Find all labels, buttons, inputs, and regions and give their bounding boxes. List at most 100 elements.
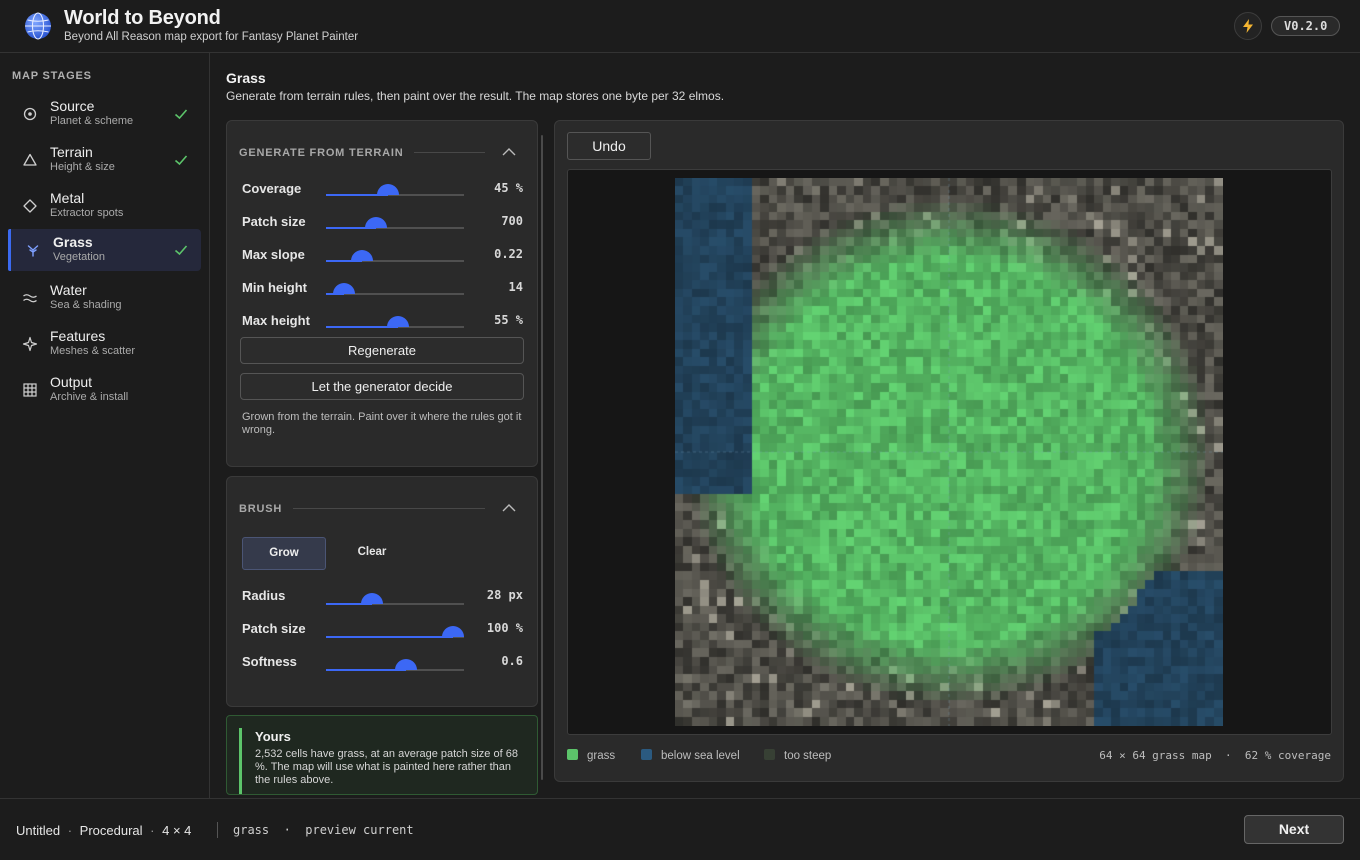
legend-label: too steep bbox=[784, 750, 832, 762]
checkmark-icon bbox=[174, 245, 188, 256]
chevron-up-icon[interactable] bbox=[501, 503, 517, 513]
sidebar-item-output[interactable]: Output Archive & install bbox=[8, 369, 201, 411]
project-info: Untitled · Procedural · 4 × 4 bbox=[16, 823, 192, 838]
auto-generate-button[interactable]: Let the generator decide bbox=[240, 373, 524, 400]
sprout-icon bbox=[27, 245, 39, 257]
grass-map-canvas[interactable] bbox=[675, 178, 1223, 726]
radius-slider[interactable] bbox=[326, 593, 464, 607]
app-title: World to Beyond bbox=[64, 7, 221, 29]
panel-heading: BRUSH bbox=[239, 503, 283, 515]
sidebar-item-features[interactable]: Features Meshes & scatter bbox=[8, 323, 201, 365]
target-icon bbox=[23, 107, 37, 121]
sidebar-item-terrain[interactable]: Terrain Height & size bbox=[8, 139, 201, 181]
sidebar-item-metal[interactable]: Metal Extractor spots bbox=[8, 185, 201, 227]
grow-mode-button[interactable]: Grow bbox=[242, 537, 326, 570]
sidebar-item-desc: Sea & shading bbox=[50, 299, 122, 311]
softness-slider[interactable] bbox=[326, 659, 464, 673]
legend-item: too steep bbox=[764, 749, 831, 763]
slider-value: 14 bbox=[508, 280, 523, 294]
globe-icon bbox=[25, 12, 51, 40]
sidebar-item-label: Water bbox=[50, 282, 87, 298]
waves-icon bbox=[23, 294, 37, 303]
slider-label: Radius bbox=[242, 588, 286, 603]
slider-thumb bbox=[386, 316, 409, 327]
triangle-icon bbox=[23, 153, 37, 166]
patch-size-slider[interactable] bbox=[326, 217, 464, 231]
legend-item: below sea level bbox=[641, 749, 740, 763]
sidebar-heading: MAP STAGES bbox=[12, 70, 92, 82]
divider bbox=[414, 152, 485, 153]
custom-paint-callout: Yours 2,532 cells have grass, at an aver… bbox=[226, 715, 538, 795]
sidebar-item-grass[interactable]: Grass Vegetation bbox=[8, 229, 201, 271]
sidebar-item-desc: Vegetation bbox=[53, 251, 105, 263]
callout-title: Yours bbox=[255, 729, 291, 744]
active-indicator bbox=[8, 229, 11, 271]
sidebar-item-desc: Planet & scheme bbox=[50, 115, 134, 127]
grid-icon bbox=[23, 383, 37, 397]
checkmark-icon bbox=[174, 109, 188, 120]
slider-label: Min height bbox=[242, 280, 307, 295]
slider-value: 28 px bbox=[486, 588, 523, 602]
max-height-slider[interactable] bbox=[326, 316, 464, 330]
brush-patch-size-slider[interactable] bbox=[326, 626, 464, 640]
callout-accent bbox=[239, 728, 242, 794]
quick-action-button[interactable] bbox=[1234, 12, 1262, 40]
sidebar-item-source[interactable]: Source Planet & scheme bbox=[8, 93, 201, 135]
sparkle-icon bbox=[22, 336, 38, 352]
slider-thumb bbox=[364, 217, 387, 228]
legend-swatch bbox=[641, 749, 652, 760]
sidebar-item-desc: Extractor spots bbox=[50, 207, 124, 219]
slider-thumb bbox=[377, 184, 400, 195]
slider-label: Patch size bbox=[242, 214, 306, 229]
checkmark-icon bbox=[174, 155, 188, 166]
slider-thumb bbox=[350, 250, 373, 261]
sidebar-item-desc: Meshes & scatter bbox=[50, 345, 135, 357]
slider-value: 700 bbox=[501, 214, 523, 228]
footer-divider bbox=[217, 822, 218, 838]
sidebar-item-label: Output bbox=[50, 374, 93, 390]
sidebar-item-label: Source bbox=[50, 98, 95, 114]
slider-value: 0.6 bbox=[501, 654, 523, 668]
undo-button[interactable]: Undo bbox=[567, 132, 651, 160]
generate-panel: GENERATE FROM TERRAIN Coverage 45 % Patc… bbox=[226, 120, 538, 467]
regenerate-button[interactable]: Regenerate bbox=[240, 337, 524, 364]
app-header: World to Beyond Beyond All Reason map ex… bbox=[0, 0, 1360, 53]
sidebar-item-water[interactable]: Water Sea & shading bbox=[8, 277, 201, 319]
slider-label: Max height bbox=[242, 313, 310, 328]
map-canvas-frame bbox=[567, 169, 1332, 735]
slider-value: 45 % bbox=[494, 181, 523, 195]
legend-label: grass bbox=[587, 750, 616, 762]
sidebar-item-desc: Archive & install bbox=[50, 391, 129, 403]
clear-mode-button[interactable]: Clear bbox=[330, 537, 414, 570]
slider-thumb bbox=[395, 659, 418, 670]
legend-item: grass bbox=[567, 749, 615, 763]
generate-note: Grown from the terrain. Paint over it wh… bbox=[242, 411, 522, 436]
legend-label: below sea level bbox=[661, 750, 740, 762]
preview-panel: Undo grass below sea level too steep 64 … bbox=[554, 120, 1344, 782]
sidebar: MAP STAGES Source Planet & scheme Terrai… bbox=[0, 53, 210, 798]
sidebar-item-desc: Height & size bbox=[50, 161, 115, 173]
sidebar-item-label: Terrain bbox=[50, 144, 93, 160]
sidebar-item-label: Features bbox=[50, 328, 106, 344]
project-source: Procedural bbox=[79, 823, 143, 838]
slider-value: 0.22 bbox=[494, 247, 523, 261]
max-slope-slider[interactable] bbox=[326, 250, 464, 264]
min-height-slider[interactable] bbox=[326, 283, 464, 297]
slider-label: Patch size bbox=[242, 621, 306, 636]
map-stats: 64 × 64 grass map · 62 % coverage bbox=[1099, 749, 1331, 762]
legend-swatch bbox=[764, 749, 775, 760]
chevron-up-icon[interactable] bbox=[501, 147, 517, 157]
panel-scrollbar[interactable] bbox=[541, 135, 543, 780]
preview-status: grass · preview current bbox=[233, 823, 414, 837]
slider-value: 55 % bbox=[494, 313, 523, 327]
callout-text: 2,532 cells have grass, at an average pa… bbox=[255, 748, 518, 786]
app-window: World to Beyond Beyond All Reason map ex… bbox=[0, 0, 1360, 860]
slider-value: 100 % bbox=[486, 621, 523, 635]
slider-label: Softness bbox=[242, 654, 297, 669]
slider-label: Coverage bbox=[242, 181, 302, 196]
brush-panel: BRUSH Grow Clear Radius 28 px Patch size… bbox=[226, 476, 538, 707]
coverage-slider[interactable] bbox=[326, 184, 464, 198]
next-button[interactable]: Next bbox=[1244, 815, 1344, 844]
page-description: Generate from terrain rules, then paint … bbox=[226, 89, 725, 103]
page-title: Grass bbox=[226, 70, 266, 86]
